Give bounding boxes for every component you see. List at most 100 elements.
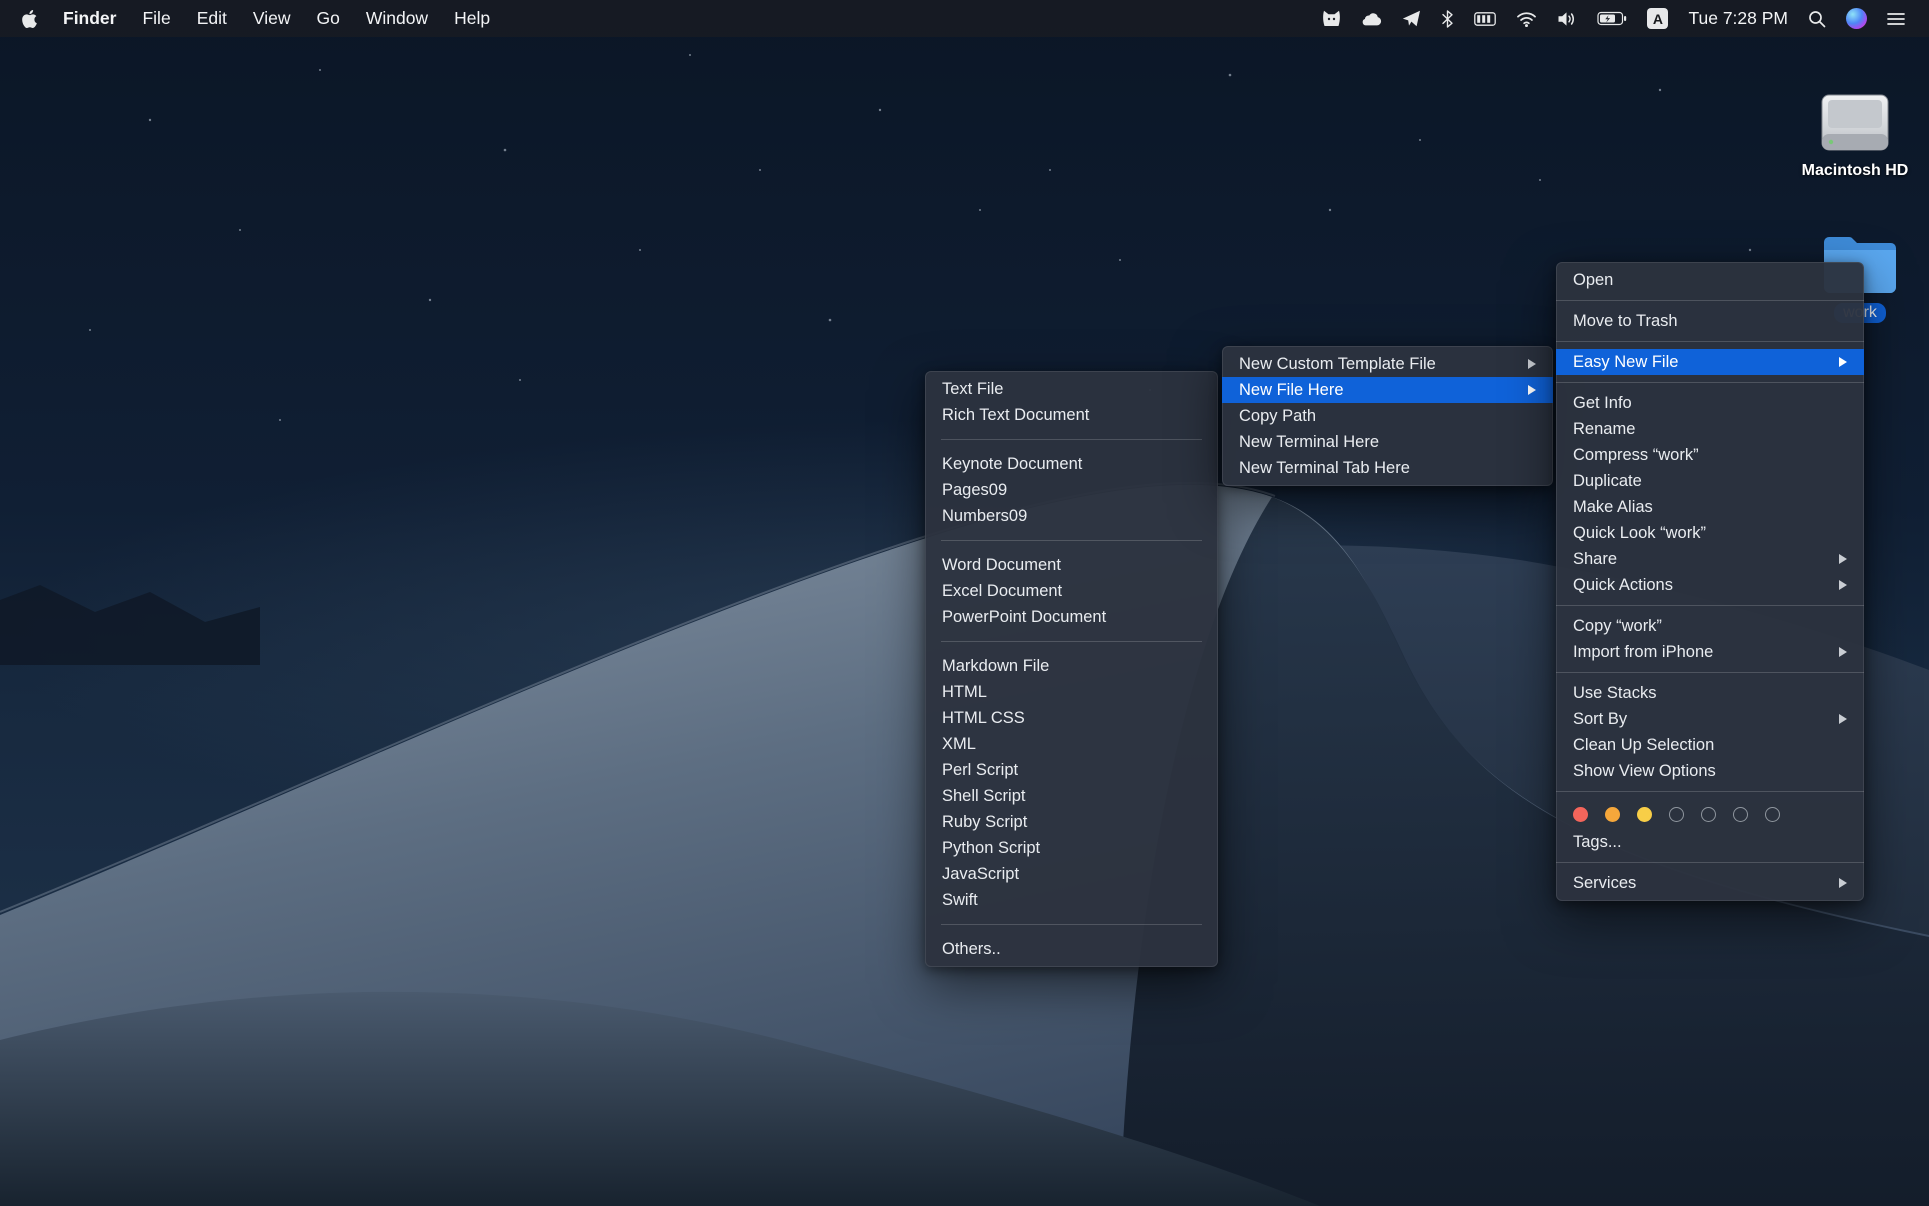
menu-separator (1556, 672, 1864, 673)
tag-empty-button[interactable] (1669, 807, 1684, 822)
menu-bar-status: A Tue 7:28 PM (1312, 0, 1929, 37)
menu-item-html-css[interactable]: HTML CSS (925, 705, 1218, 731)
new-file-here-submenu: Text File Rich Text Document Keynote Doc… (925, 371, 1218, 967)
submenu-arrow-icon (1839, 714, 1847, 724)
submenu-arrow-icon (1839, 580, 1847, 590)
menu-separator (1556, 605, 1864, 606)
search-icon[interactable] (1798, 0, 1836, 37)
menu-separator (1556, 862, 1864, 863)
notification-center-icon[interactable] (1877, 0, 1915, 37)
menu-separator (1556, 382, 1864, 383)
tag-colors-row (1556, 799, 1864, 829)
menu-item-others[interactable]: Others.. (925, 936, 1218, 962)
menu-item-html[interactable]: HTML (925, 679, 1218, 705)
menu-item-pages09[interactable]: Pages09 (925, 477, 1218, 503)
battery-icon[interactable] (1587, 0, 1637, 37)
menu-item-numbers09[interactable]: Numbers09 (925, 503, 1218, 529)
submenu-arrow-icon (1839, 647, 1847, 657)
menu-item-use-stacks[interactable]: Use Stacks (1556, 680, 1864, 706)
menu-item-quick-actions[interactable]: Quick Actions (1556, 572, 1864, 598)
bluetooth-icon[interactable] (1431, 0, 1464, 37)
easy-new-file-submenu: New Custom Template File New File Here C… (1222, 346, 1553, 486)
menu-item-xml[interactable]: XML (925, 731, 1218, 757)
menu-item-new-terminal-here[interactable]: New Terminal Here (1222, 429, 1553, 455)
menu-separator (941, 540, 1202, 541)
menu-bar: Finder File Edit View Go Window Help (0, 0, 1929, 37)
cat-icon[interactable] (1312, 0, 1351, 37)
menu-item-rich-text-document[interactable]: Rich Text Document (925, 402, 1218, 428)
siri-icon[interactable] (1836, 0, 1877, 37)
menu-item-excel-document[interactable]: Excel Document (925, 578, 1218, 604)
menu-bar-clock[interactable]: Tue 7:28 PM (1678, 0, 1798, 37)
menu-item-ruby-script[interactable]: Ruby Script (925, 809, 1218, 835)
menu-item-compress[interactable]: Compress “work” (1556, 442, 1864, 468)
menu-separator (941, 924, 1202, 925)
tag-red-button[interactable] (1573, 807, 1588, 822)
menu-item-rename[interactable]: Rename (1556, 416, 1864, 442)
menu-item-text-file[interactable]: Text File (925, 376, 1218, 402)
menu-item-tags[interactable]: Tags... (1556, 829, 1864, 855)
menu-item-javascript[interactable]: JavaScript (925, 861, 1218, 887)
tag-empty-button[interactable] (1701, 807, 1716, 822)
submenu-arrow-icon (1839, 554, 1847, 564)
menu-finder[interactable]: Finder (50, 0, 129, 37)
menu-item-sort-by[interactable]: Sort By (1556, 706, 1864, 732)
menu-item-make-alias[interactable]: Make Alias (1556, 494, 1864, 520)
menu-item-new-custom-template-file[interactable]: New Custom Template File (1222, 351, 1553, 377)
menu-separator (1556, 341, 1864, 342)
menu-edit[interactable]: Edit (184, 0, 240, 37)
menu-item-open[interactable]: Open (1556, 267, 1864, 293)
menu-item-markdown-file[interactable]: Markdown File (925, 653, 1218, 679)
apple-icon (22, 10, 37, 28)
tag-orange-button[interactable] (1605, 807, 1620, 822)
menu-view[interactable]: View (240, 0, 304, 37)
menu-item-python-script[interactable]: Python Script (925, 835, 1218, 861)
volume-icon[interactable] (1547, 0, 1587, 37)
menu-item-copy-path[interactable]: Copy Path (1222, 403, 1553, 429)
menu-help[interactable]: Help (441, 0, 503, 37)
menu-separator (941, 641, 1202, 642)
menu-item-services[interactable]: Services (1556, 870, 1864, 896)
menu-item-powerpoint-document[interactable]: PowerPoint Document (925, 604, 1218, 630)
menu-separator (941, 439, 1202, 440)
apple-menu[interactable] (10, 0, 50, 37)
menu-file[interactable]: File (129, 0, 183, 37)
menu-item-new-file-here[interactable]: New File Here (1222, 377, 1553, 403)
paper-plane-icon[interactable] (1392, 0, 1431, 37)
menu-item-share[interactable]: Share (1556, 546, 1864, 572)
menu-item-get-info[interactable]: Get Info (1556, 390, 1864, 416)
input-source-badge[interactable]: A (1637, 0, 1678, 37)
volume-label: Macintosh HD (1802, 162, 1909, 180)
menu-item-perl-script[interactable]: Perl Script (925, 757, 1218, 783)
menu-window[interactable]: Window (353, 0, 441, 37)
tag-yellow-button[interactable] (1637, 807, 1652, 822)
menu-item-new-terminal-tab-here[interactable]: New Terminal Tab Here (1222, 455, 1553, 481)
tag-empty-button[interactable] (1733, 807, 1748, 822)
cloud-icon[interactable] (1351, 0, 1392, 37)
hard-drive-icon (1816, 92, 1894, 156)
submenu-arrow-icon (1839, 357, 1847, 367)
desktop-icon-macintosh-hd[interactable]: Macintosh HD (1795, 92, 1915, 180)
menu-item-word-document[interactable]: Word Document (925, 552, 1218, 578)
menu-item-easy-new-file[interactable]: Easy New File (1556, 349, 1864, 375)
menu-item-keynote-document[interactable]: Keynote Document (925, 451, 1218, 477)
menu-item-import-from-iphone[interactable]: Import from iPhone (1556, 639, 1864, 665)
menu-separator (1556, 791, 1864, 792)
wifi-icon[interactable] (1506, 0, 1547, 37)
menu-item-show-view-options[interactable]: Show View Options (1556, 758, 1864, 784)
menu-item-duplicate[interactable]: Duplicate (1556, 468, 1864, 494)
menu-go[interactable]: Go (303, 0, 352, 37)
menu-item-clean-up-selection[interactable]: Clean Up Selection (1556, 732, 1864, 758)
tag-empty-button[interactable] (1765, 807, 1780, 822)
menu-item-copy[interactable]: Copy “work” (1556, 613, 1864, 639)
menu-item-shell-script[interactable]: Shell Script (925, 783, 1218, 809)
menu-item-swift[interactable]: Swift (925, 887, 1218, 913)
menu-bar-left: Finder File Edit View Go Window Help (0, 0, 503, 37)
submenu-arrow-icon (1528, 359, 1536, 369)
menu-item-quick-look[interactable]: Quick Look “work” (1556, 520, 1864, 546)
submenu-arrow-icon (1839, 878, 1847, 888)
battery-meter-icon[interactable] (1464, 0, 1506, 37)
menu-separator (1556, 300, 1864, 301)
submenu-arrow-icon (1528, 385, 1536, 395)
menu-item-move-to-trash[interactable]: Move to Trash (1556, 308, 1864, 334)
